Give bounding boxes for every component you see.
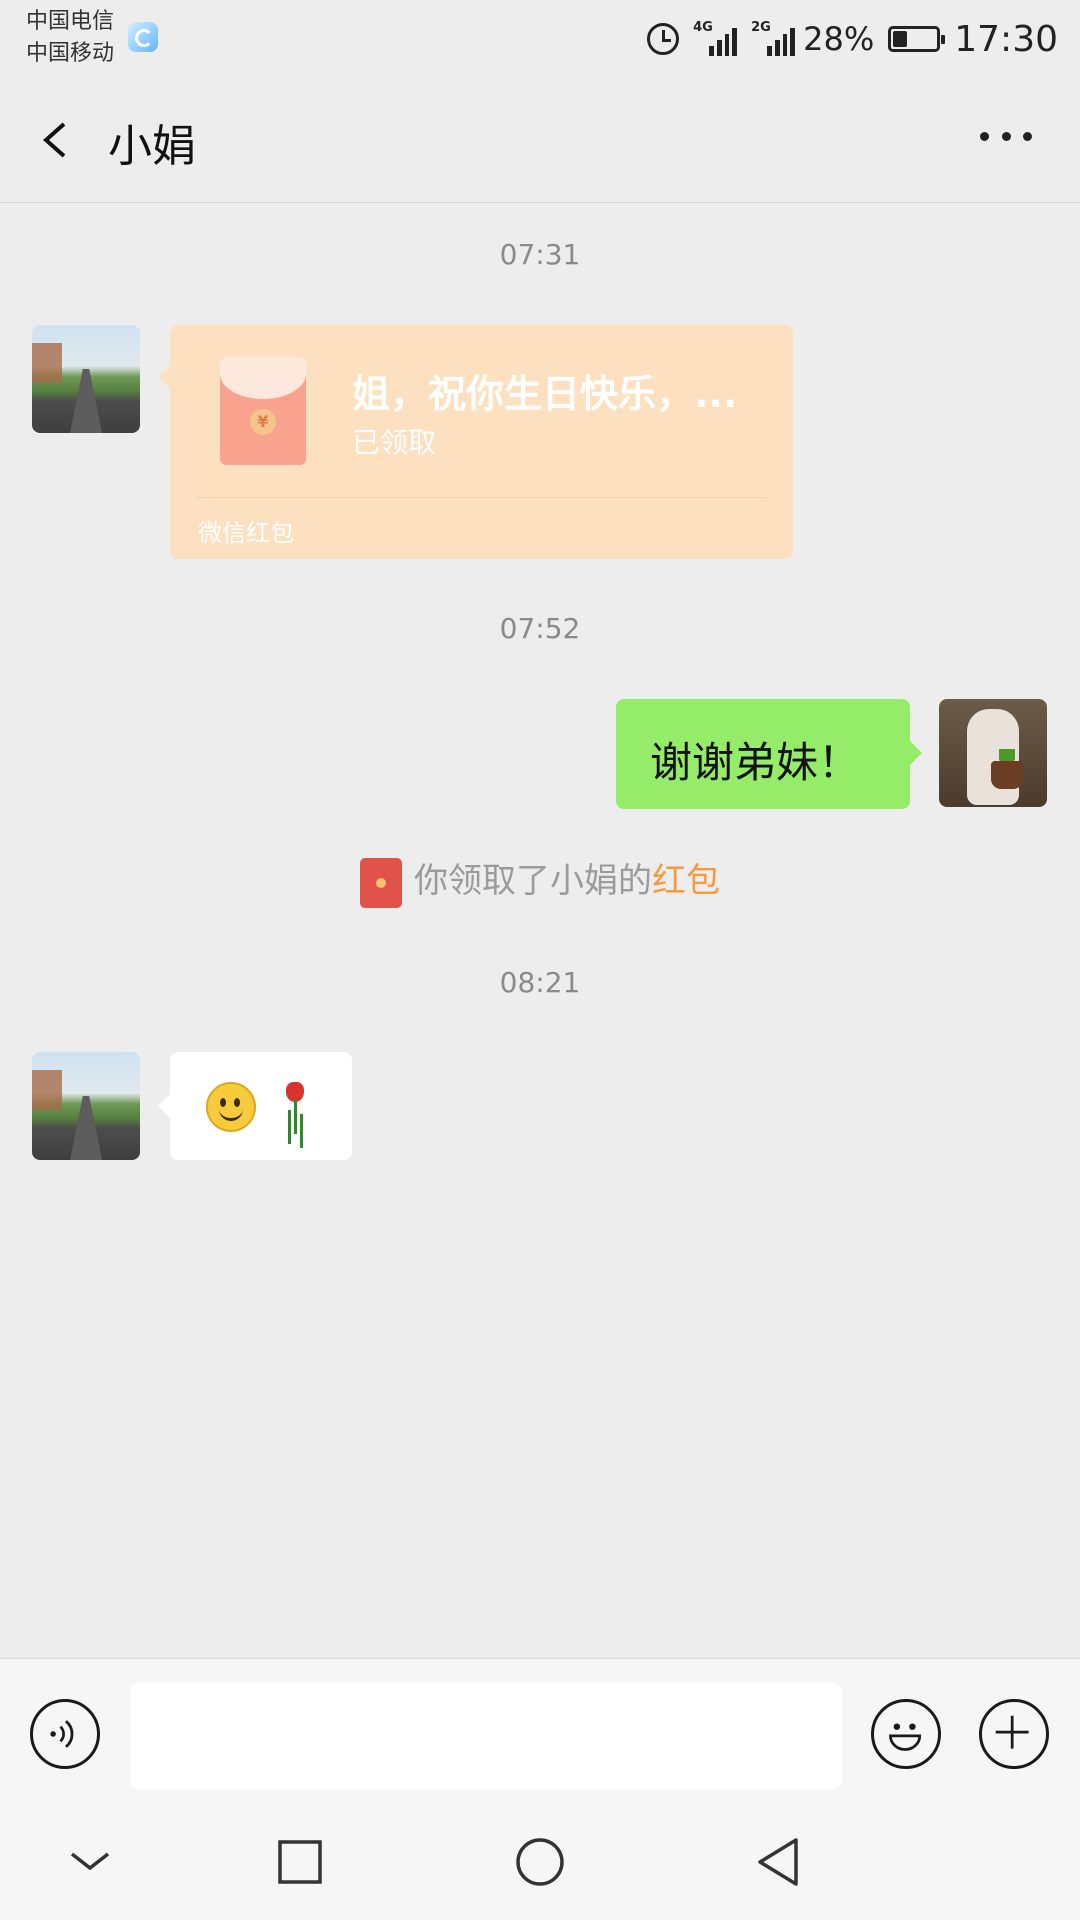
timestamp: 07:52 xyxy=(499,612,581,645)
timestamp: 07:31 xyxy=(499,238,581,271)
carrier-1: 中国电信 xyxy=(26,9,115,34)
red-packet-status: 已领取 xyxy=(352,426,437,459)
plus-icon[interactable] xyxy=(979,1699,1049,1769)
clock: 17:30 xyxy=(954,18,1058,60)
status-indicators: 4G 2G 28% 17:30 xyxy=(647,14,1058,64)
chat-title: 小娟 xyxy=(108,121,196,172)
battery-icon xyxy=(888,26,946,52)
my-avatar[interactable] xyxy=(939,699,1047,807)
alarm-icon xyxy=(647,23,680,55)
network-type-1: 4G xyxy=(693,20,713,35)
voice-icon[interactable] xyxy=(30,1699,100,1769)
message-input[interactable] xyxy=(130,1683,842,1789)
sent-message-bubble[interactable]: 谢谢弟妹！ xyxy=(616,699,922,809)
chevron-down-icon[interactable] xyxy=(62,1834,118,1890)
triangle-back-icon[interactable] xyxy=(752,1834,808,1890)
red-packet-message[interactable]: ¥ 姐，祝你生日快乐，... 已领取 微信红包 xyxy=(158,325,793,559)
carrier-info: 中国电信 中国移动 xyxy=(26,6,114,70)
square-icon[interactable] xyxy=(272,1834,328,1890)
signal-icon: 2G xyxy=(751,20,796,56)
chat-header: 小娟 xyxy=(0,80,1080,203)
red-packet-title: 姐，祝你生日快乐，... xyxy=(352,372,738,416)
emoji-icon[interactable] xyxy=(871,1699,941,1769)
smile-emoji xyxy=(206,1082,256,1132)
contact-avatar[interactable] xyxy=(32,325,140,433)
signal-icon: 4G xyxy=(693,20,738,56)
red-packet-link[interactable]: 红包 xyxy=(652,861,720,901)
carrier-2: 中国移动 xyxy=(26,41,115,66)
red-packet-small-icon xyxy=(360,857,402,908)
rose-emoji xyxy=(280,1082,310,1134)
system-nav-bar xyxy=(0,1804,1080,1920)
contact-avatar[interactable] xyxy=(32,1052,140,1160)
input-bar xyxy=(0,1658,1080,1805)
divider xyxy=(196,497,767,498)
red-packet-footer: 微信红包 xyxy=(198,519,294,547)
sent-message-text: 谢谢弟妹！ xyxy=(650,738,861,787)
chevron-left-icon[interactable] xyxy=(38,120,78,160)
received-message-bubble[interactable] xyxy=(158,1052,352,1160)
more-dots-icon[interactable] xyxy=(980,132,1032,144)
circle-icon[interactable] xyxy=(512,1834,568,1890)
notice-text: 你领取了小娟的 xyxy=(414,861,652,901)
hd-app-icon xyxy=(128,22,158,52)
network-type-2: 2G xyxy=(751,20,771,35)
battery-percent: 28% xyxy=(803,20,875,58)
system-notice: 你领取了小娟的红包 xyxy=(0,853,1080,908)
red-packet-icon: ¥ xyxy=(220,357,306,465)
status-bar: 中国电信 中国移动 4G 2G 28% 17:30 xyxy=(0,0,1080,80)
timestamp: 08:21 xyxy=(499,966,581,999)
